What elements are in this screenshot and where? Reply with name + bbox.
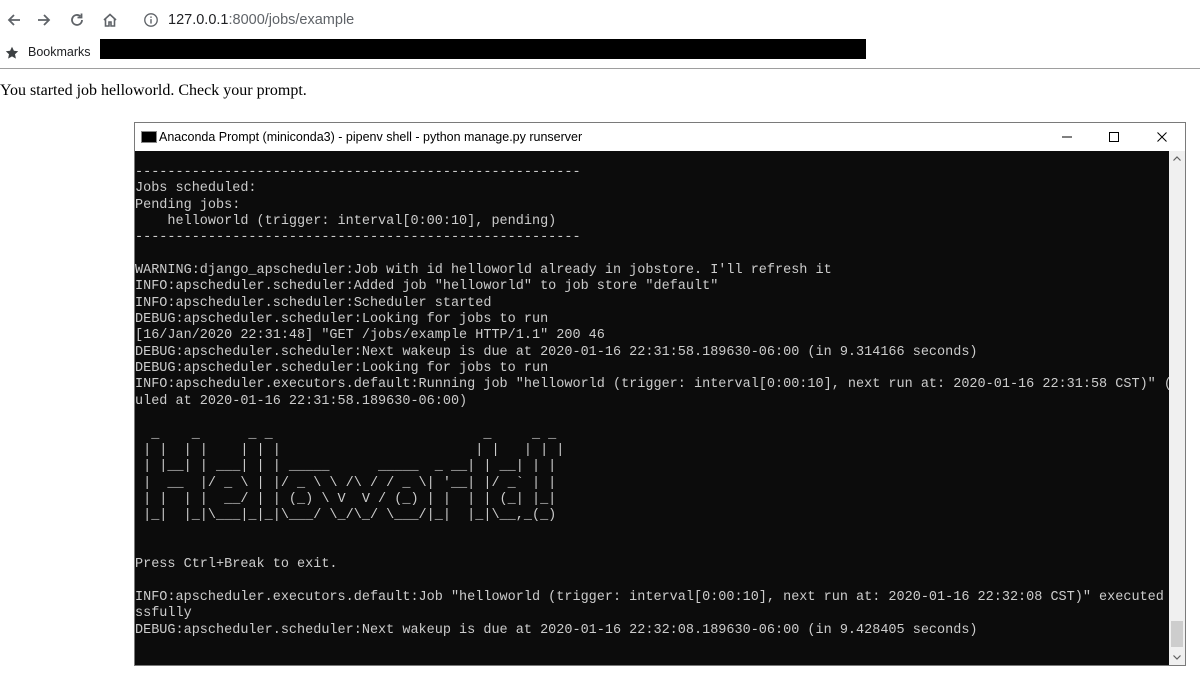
redacted-bookmarks	[100, 39, 866, 59]
home-button[interactable]	[98, 8, 122, 32]
minimize-button[interactable]	[1044, 123, 1090, 151]
info-icon[interactable]	[142, 11, 160, 29]
terminal-icon	[141, 131, 157, 143]
back-button[interactable]	[2, 8, 26, 32]
reload-icon	[71, 13, 83, 26]
url-host: 127.0.0.1	[168, 12, 229, 28]
console-output-area[interactable]: ----------------------------------------…	[135, 151, 1169, 665]
back-arrow-icon	[7, 14, 20, 26]
star-icon	[5, 46, 19, 59]
bookmarks-bar: Bookmarks	[0, 38, 1200, 69]
bookmarks-label[interactable]: Bookmarks	[28, 45, 91, 59]
scroll-up-button[interactable]	[1169, 151, 1185, 167]
forward-button[interactable]	[32, 8, 56, 32]
close-button[interactable]	[1139, 123, 1185, 151]
console-output: ----------------------------------------…	[135, 165, 1169, 638]
close-icon	[1157, 132, 1167, 142]
url-text: 127.0.0.1:8000/jobs/example	[168, 12, 354, 28]
console-title: Anaconda Prompt (miniconda3) - pipenv sh…	[159, 130, 583, 144]
maximize-icon	[1109, 132, 1119, 142]
anaconda-prompt-window[interactable]: Anaconda Prompt (miniconda3) - pipenv sh…	[134, 122, 1186, 666]
home-icon	[103, 13, 117, 27]
scroll-down-arrow-icon	[1173, 655, 1181, 660]
scroll-down-button[interactable]	[1169, 649, 1185, 665]
page-message: You started job helloworld. Check your p…	[0, 82, 307, 99]
reload-button[interactable]	[65, 8, 89, 32]
url-path: :8000/jobs/example	[228, 12, 355, 28]
console-scrollbar[interactable]	[1169, 151, 1185, 665]
maximize-button[interactable]	[1091, 123, 1137, 151]
address-bar[interactable]: 127.0.0.1:8000/jobs/example	[136, 6, 1200, 34]
scroll-up-arrow-icon	[1173, 156, 1181, 161]
console-titlebar[interactable]: Anaconda Prompt (miniconda3) - pipenv sh…	[135, 123, 1185, 151]
minimize-icon	[1062, 136, 1072, 138]
browser-toolbar: 127.0.0.1:8000/jobs/example	[0, 0, 1200, 40]
forward-arrow-icon	[38, 14, 51, 26]
scroll-thumb[interactable]	[1171, 621, 1183, 647]
